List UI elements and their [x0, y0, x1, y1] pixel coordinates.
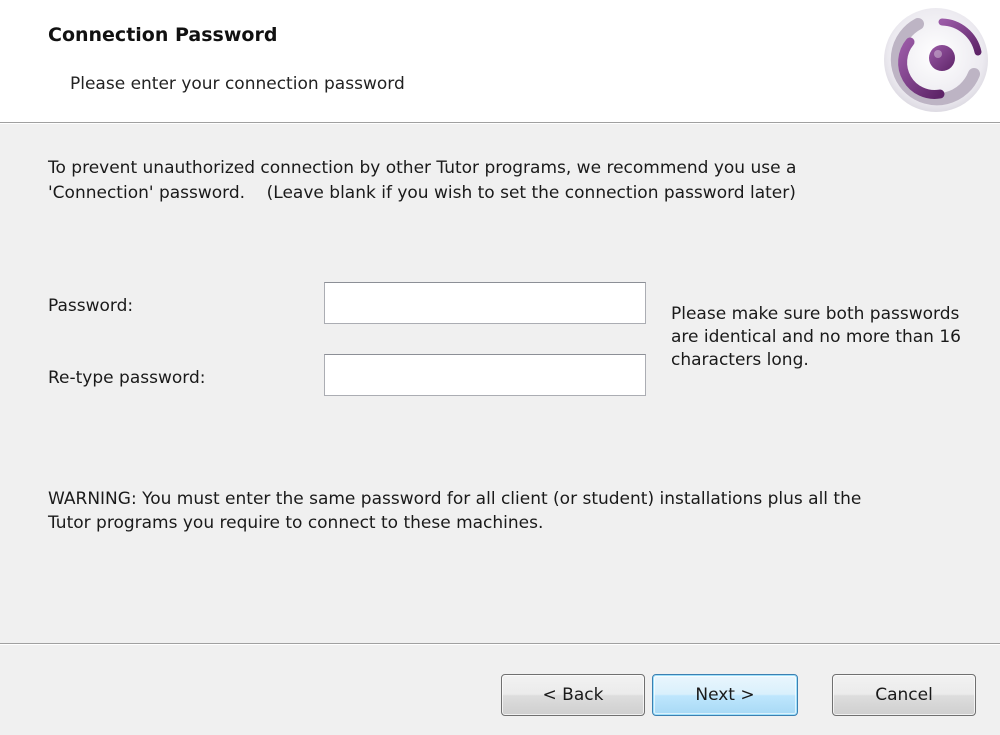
header-divider: [0, 122, 1000, 124]
page-title: Connection Password: [48, 24, 278, 46]
intro-text: To prevent unauthorized connection by ot…: [48, 158, 797, 203]
purple-ring-logo-icon: [884, 8, 988, 112]
wizard-header: Connection Password Please enter your co…: [0, 0, 1000, 122]
warning-text: WARNING: You must enter the same passwor…: [48, 489, 862, 533]
page-subtitle: Please enter your connection password: [70, 74, 405, 94]
password-label: Password:: [48, 296, 134, 316]
next-button[interactable]: Next >: [652, 674, 798, 716]
cancel-button[interactable]: Cancel: [832, 674, 976, 716]
retype-password-field[interactable]: [324, 354, 646, 396]
password-field[interactable]: [324, 282, 646, 324]
back-button[interactable]: < Back: [501, 674, 645, 716]
retype-password-label: Re-type password:: [48, 368, 206, 388]
password-hint: Please make sure both passwords are iden…: [671, 304, 961, 370]
footer-divider: [0, 643, 1000, 645]
